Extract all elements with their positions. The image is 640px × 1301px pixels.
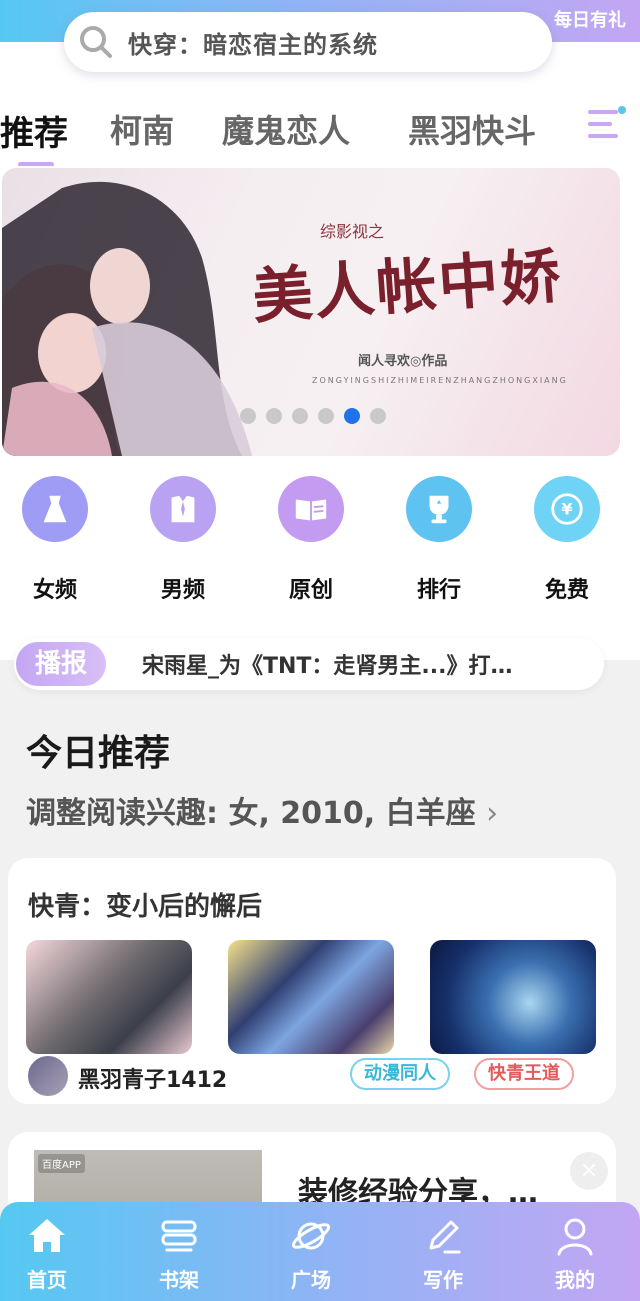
planet-icon [289, 1214, 333, 1258]
category-ranking[interactable]: 排行 [384, 476, 494, 604]
category-original[interactable]: 原创 [256, 476, 366, 604]
banner-subtitle: 综影视之 [320, 222, 385, 241]
nav-label: 书架 [159, 1268, 199, 1292]
home-icon [25, 1214, 69, 1258]
carousel-dots [240, 408, 386, 424]
pen-icon [421, 1214, 465, 1258]
card-title: 快青：变小后的懈后 [28, 892, 263, 922]
carousel-dot[interactable] [292, 408, 308, 424]
book-icon [278, 476, 344, 542]
chevron-right-icon: › [486, 796, 499, 831]
tab-menu-icon[interactable] [586, 104, 640, 144]
shirt-icon [150, 476, 216, 542]
section-title: 今日推荐 [26, 733, 171, 774]
search-bar[interactable]: 快穿：暗恋宿主的系统 [64, 12, 552, 72]
nav-write[interactable]: 写作 [393, 1214, 493, 1293]
carousel-dot[interactable] [318, 408, 334, 424]
category-label: 女频 [32, 578, 77, 603]
tab-kaito-kid[interactable]: 黑羽快斗 [408, 106, 536, 152]
nav-label: 我的 [555, 1268, 595, 1292]
carousel-dot-active[interactable] [344, 408, 360, 424]
nav-plaza[interactable]: 广场 [261, 1214, 361, 1293]
yen-icon: ¥ [534, 476, 600, 542]
nav-bookshelf[interactable]: 书架 [129, 1214, 229, 1293]
tab-diabolik-lovers[interactable]: 魔鬼恋人 [222, 106, 350, 152]
nav-label: 广场 [291, 1268, 331, 1292]
search-icon [76, 22, 116, 62]
avatar[interactable] [26, 1054, 70, 1098]
broadcast-bar[interactable]: 播报 宋雨星_为《TNT：走肾男主...》打… [14, 638, 604, 690]
reading-interest-link[interactable]: 调整阅读兴趣: 女, 2010, 白羊座 › [26, 788, 498, 832]
carousel-dot[interactable] [240, 408, 256, 424]
banner-author: 闻人寻欢◎作品 [358, 354, 448, 369]
category-label: 男频 [160, 578, 205, 603]
nav-profile[interactable]: 我的 [525, 1214, 625, 1293]
nav-label: 首页 [27, 1268, 67, 1292]
tag-pairing[interactable]: 快青王道 [474, 1058, 574, 1090]
category-label: 排行 [416, 578, 461, 603]
broadcast-text[interactable]: 宋雨星_为《TNT：走肾男主...》打… [142, 648, 592, 680]
card-thumbnail[interactable] [228, 940, 394, 1054]
close-icon[interactable]: × [570, 1152, 608, 1190]
category-label: 免费 [544, 578, 589, 603]
ad-source-logo: 百度APP [38, 1154, 85, 1173]
tab-conan[interactable]: 柯南 [110, 106, 174, 152]
broadcast-tag: 播报 [16, 642, 106, 686]
card-username[interactable]: 黑羽青子1412 [78, 1062, 227, 1094]
bookshelf-icon [157, 1214, 201, 1258]
tab-recommend[interactable]: 推荐 [0, 106, 68, 155]
recommend-card[interactable]: 快青：变小后的懈后 黑羽青子1412 动漫同人 快青王道 [8, 858, 616, 1104]
user-icon [553, 1214, 597, 1258]
reading-interest-text: 调整阅读兴趣: 女, 2010, 白羊座 [26, 796, 476, 831]
bottom-nav: 首页 书架 广场 写作 我的 [0, 1202, 640, 1301]
banner-title: 美人帐中娇 [250, 241, 565, 333]
trophy-icon [406, 476, 472, 542]
svg-text:¥: ¥ [561, 500, 573, 519]
category-label: 原创 [288, 578, 333, 603]
carousel-dot[interactable] [266, 408, 282, 424]
nav-home[interactable]: 首页 [0, 1214, 97, 1293]
tab-indicator [18, 162, 54, 166]
banner-pinyin: ZONGYINGSHIZHIMEIRENZHANGZHONGXIANG [312, 376, 568, 385]
banner-carousel[interactable]: 综影视之 美人帐中娇 闻人寻欢◎作品 ZONGYINGSHIZHIMEIRENZ… [2, 168, 620, 456]
card-thumbnail[interactable] [26, 940, 192, 1054]
carousel-dot[interactable] [370, 408, 386, 424]
nav-label: 写作 [423, 1268, 463, 1292]
daily-gift-button[interactable]: 每日有礼 [550, 4, 640, 38]
card-thumbnail[interactable] [430, 940, 596, 1054]
tag-fandom[interactable]: 动漫同人 [350, 1058, 450, 1090]
dress-icon [22, 476, 88, 542]
category-shortcuts: 女频 男频 原创 排行 ¥ 免费 [0, 476, 640, 606]
category-male[interactable]: 男频 [128, 476, 238, 604]
category-free[interactable]: ¥ 免费 [512, 476, 622, 604]
category-tabs: 推荐 柯南 魔鬼恋人 黑羽快斗 [0, 96, 640, 166]
search-input[interactable]: 快穿：暗恋宿主的系统 [128, 25, 378, 60]
category-female[interactable]: 女频 [0, 476, 110, 604]
